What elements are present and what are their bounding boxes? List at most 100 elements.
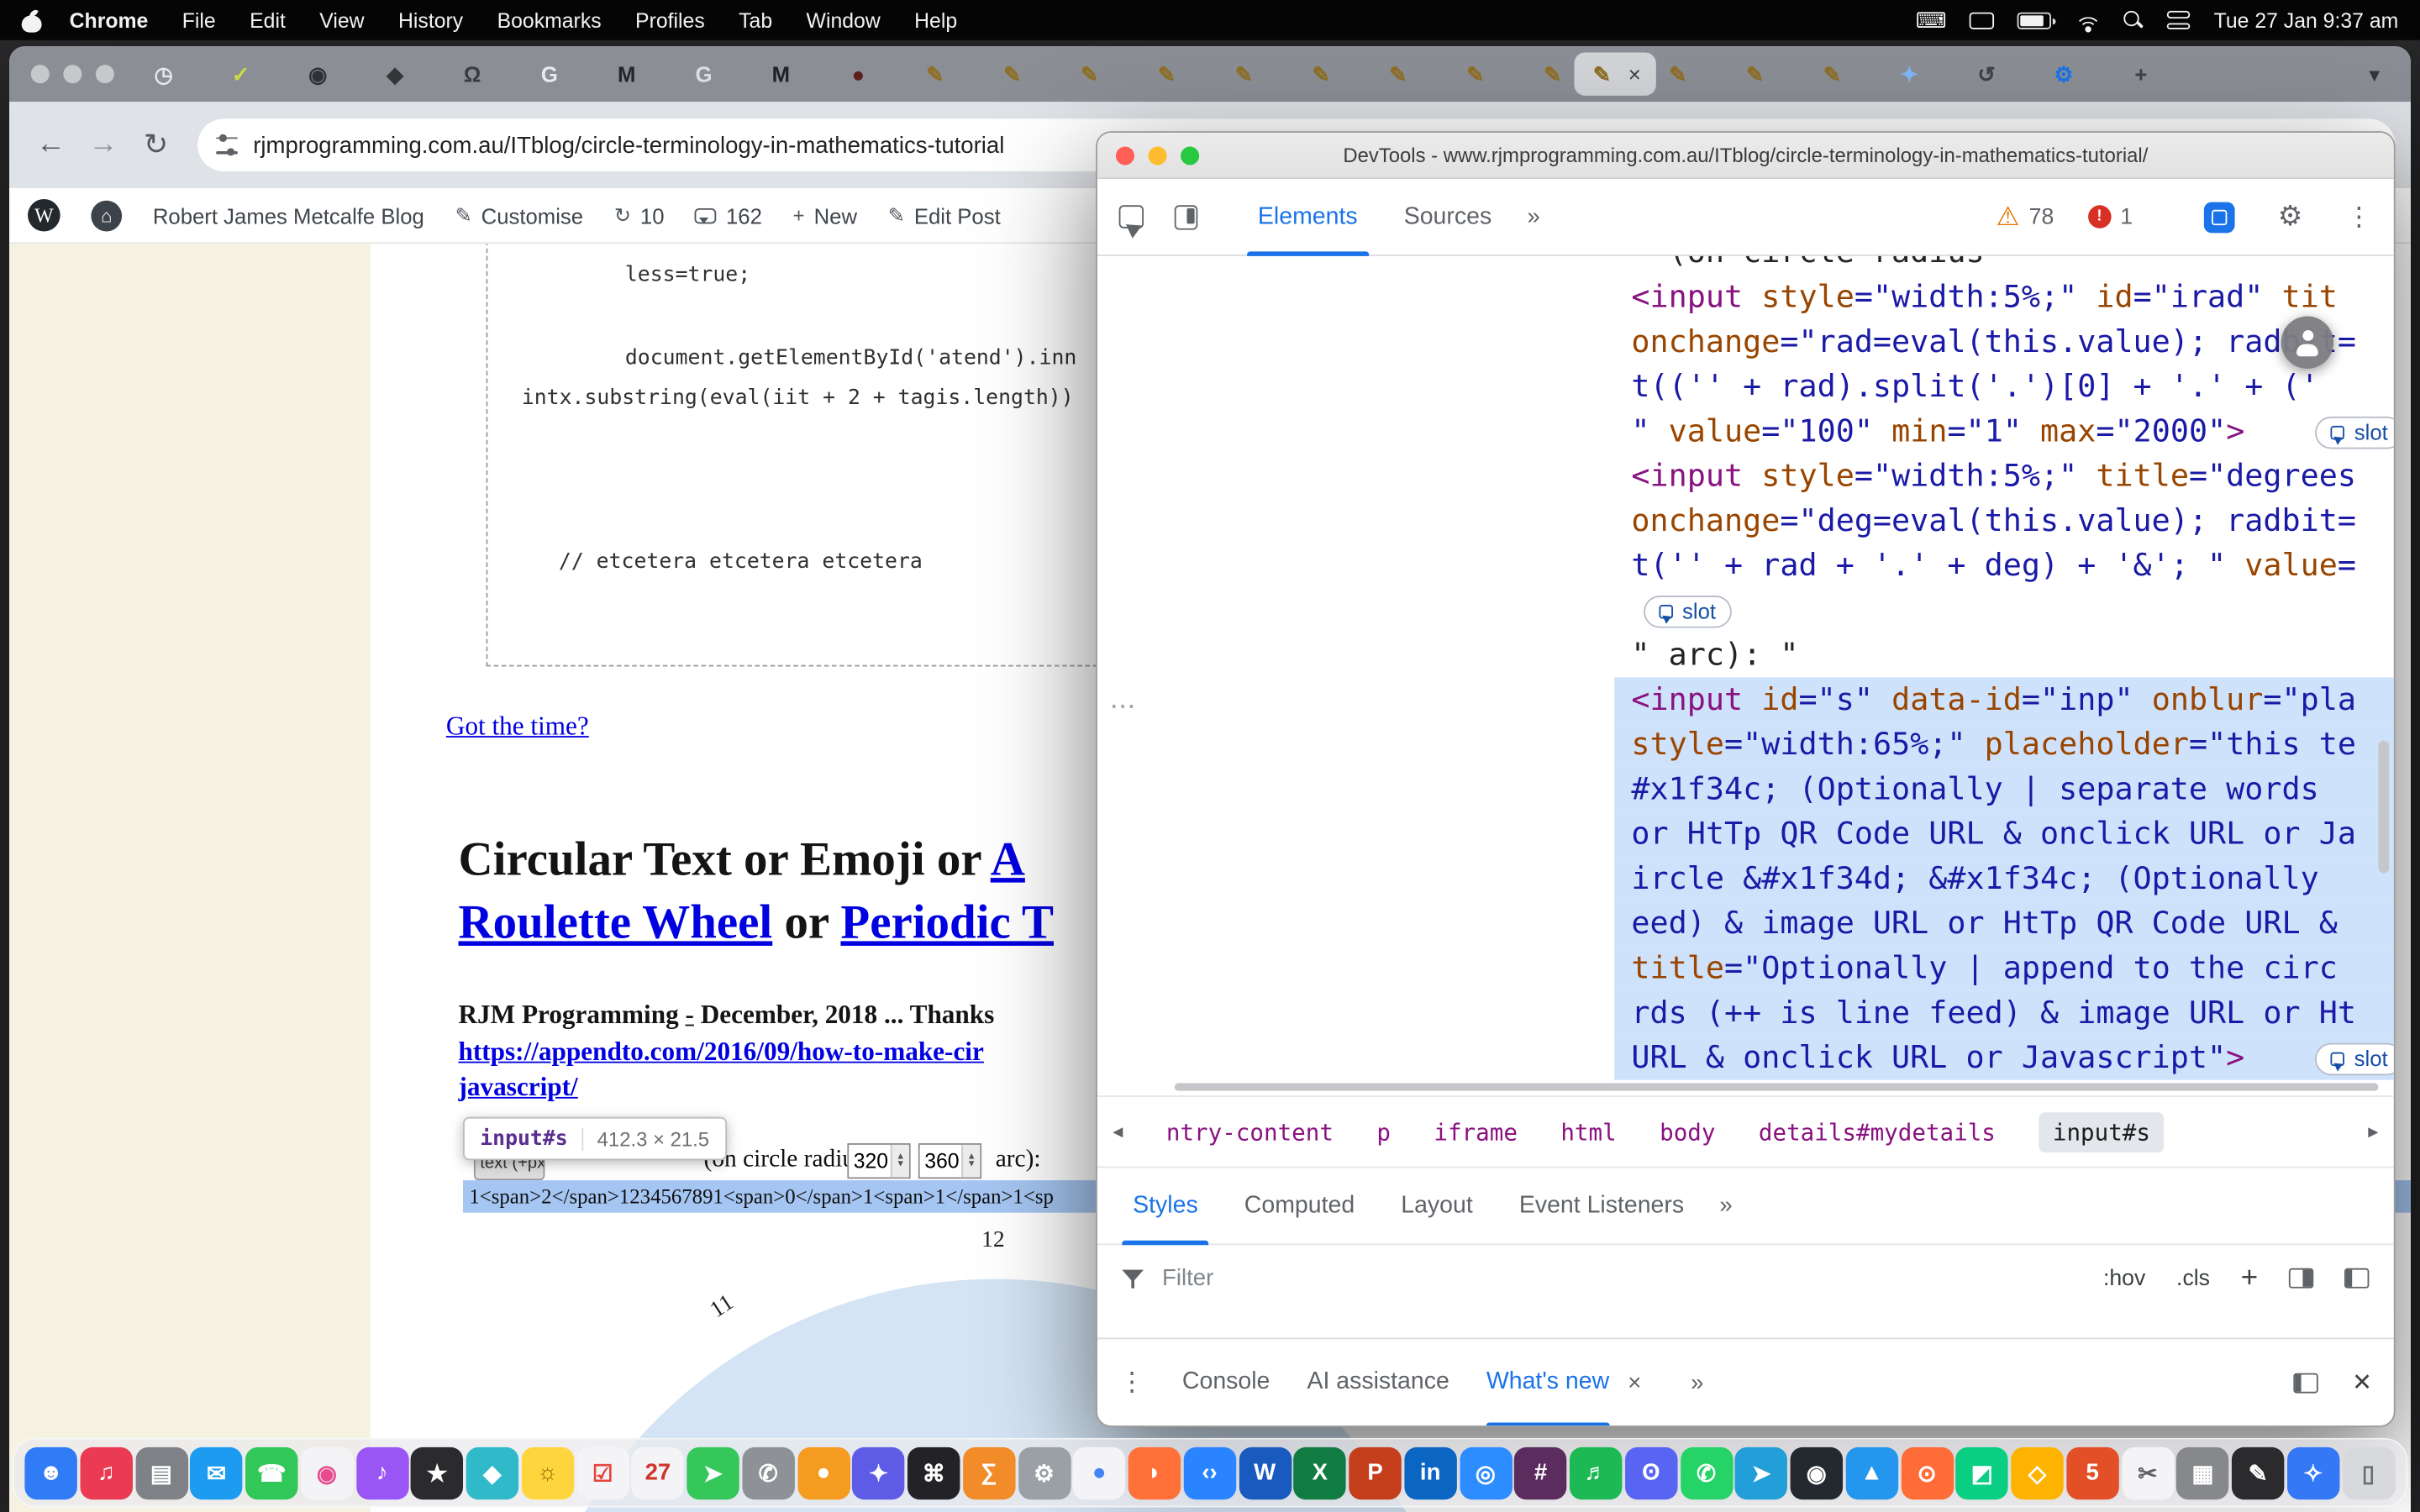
site-info-icon[interactable] [216,137,238,154]
horizontal-scrollbar[interactable] [1175,1083,2379,1090]
browser-tab[interactable]: ◉ [306,61,330,86]
tab-elements[interactable]: Elements [1234,178,1381,255]
dock-icon[interactable]: ▲ [1845,1446,1897,1499]
active-tab[interactable]: ✎ × [1574,52,1656,95]
close-drawer-tab-icon[interactable]: × [1628,1369,1641,1395]
browser-tab[interactable]: ✎ [1743,61,1767,86]
dock-icon[interactable]: ▤ [135,1446,187,1499]
menu-item[interactable]: Help [914,8,957,32]
stepper-icon[interactable]: ▲▼ [961,1145,980,1178]
gutter-more-icon[interactable]: ⋯ [1110,684,1138,728]
menu-item[interactable]: File [182,8,216,32]
external-link[interactable]: javascript/ [459,1073,578,1104]
breadcrumb-item[interactable]: html [1560,1118,1616,1146]
browser-tab[interactable]: ✦ [1897,61,1922,86]
dock-icon[interactable]: ✆ [742,1446,794,1499]
browser-tab[interactable]: ✓ [229,61,253,86]
browser-tab[interactable]: ↺ [1975,61,1999,86]
dock-icon[interactable]: ● [1073,1446,1125,1499]
breadcrumb-item[interactable]: ntry-content [1166,1118,1334,1146]
warning-count[interactable]: 78 [2029,204,2054,228]
dock-icon[interactable]: X [1294,1446,1346,1499]
breadcrumb-item[interactable]: details#mydetails [1759,1118,1996,1146]
browser-tab[interactable]: + [2128,61,2153,86]
wordpress-logo-icon[interactable]: W [28,199,60,232]
browser-tab[interactable]: ● [846,61,871,86]
menu-item[interactable]: Bookmarks [497,8,602,32]
sidebar-toggle-icon[interactable] [2344,1268,2369,1289]
zoom-window-button[interactable] [96,65,114,83]
breadcrumb-right-arrow-icon[interactable]: ▶ [2368,1121,2378,1142]
new-style-rule-button[interactable]: + [2241,1262,2258,1295]
menu-item[interactable]: Edit [250,8,286,32]
accessibility-indicator[interactable] [2281,317,2333,369]
close-window-button[interactable] [31,65,50,83]
browser-tab[interactable]: ◷ [151,61,176,86]
browser-tab[interactable]: G [537,61,561,86]
tab-event-listeners[interactable]: Event Listeners [1496,1167,1707,1244]
dock-icon[interactable]: ◗ [1128,1446,1181,1499]
dock-icon[interactable]: ⚙ [1018,1446,1070,1499]
warning-icon[interactable]: ⚠ [1996,203,2020,229]
dock-icon[interactable]: ◎ [1460,1446,1512,1499]
menu-item[interactable]: History [398,8,463,32]
url-text[interactable]: rjmprogramming.com.au/ITblog/circle-term… [253,132,1004,158]
back-button[interactable]: ← [24,118,76,171]
dock-icon[interactable]: ▦ [2176,1446,2228,1499]
kebab-menu-icon[interactable]: ⋮ [2346,202,2372,233]
degrees-input[interactable] [920,1149,960,1173]
cls-toggle[interactable]: .cls [2176,1266,2210,1290]
device-toolbar-icon[interactable] [1175,204,1198,228]
dock-icon[interactable]: ♪ [355,1446,408,1499]
radius-input[interactable] [849,1149,889,1173]
dock-icon[interactable]: ▯ [2342,1446,2394,1499]
tab-close-icon[interactable]: × [1628,63,1641,85]
dock-icon[interactable]: ◉ [301,1446,353,1499]
browser-tab[interactable]: ✎ [1665,61,1690,86]
drawer-kebab-icon[interactable]: ⋮ [1119,1367,1145,1398]
dock-icon[interactable]: ☻ [24,1446,76,1499]
browser-tab[interactable]: M [769,61,793,86]
dock-icon[interactable]: ◩ [1956,1446,2008,1499]
browser-tab[interactable]: ✎ [1077,61,1102,86]
dock-icon[interactable]: # [1514,1446,1566,1499]
input-source-icon[interactable]: ⌨ [1916,9,1947,31]
display-icon[interactable] [1970,12,1994,29]
dock-icon[interactable]: ✦ [852,1446,904,1499]
control-center-icon[interactable] [2168,11,2191,29]
slot-badge[interactable]: slot [1644,596,1731,628]
dock-icon[interactable]: ★ [411,1446,463,1499]
dock-icon[interactable]: ‹› [1183,1446,1235,1499]
slot-badge[interactable]: slot [2316,417,2394,449]
menu-item[interactable]: Tab [739,8,772,32]
site-name-link[interactable]: Robert James Metcalfe Blog [153,203,424,228]
vertical-scrollbar[interactable] [2378,741,2389,874]
dock-side-icon[interactable] [2293,1373,2317,1393]
devtools-promo-icon[interactable] [2204,202,2235,233]
filter-input[interactable]: Filter [1162,1265,1213,1291]
customise-link[interactable]: ✎ Customise [455,203,584,228]
browser-tab[interactable]: ◆ [383,61,408,86]
browser-tab[interactable]: M [614,61,639,86]
dock-icon[interactable]: ◇ [2011,1446,2063,1499]
browser-tab[interactable]: ✎ [1386,61,1410,86]
forward-button[interactable]: → [77,118,129,171]
browser-tab[interactable]: ✎ [923,61,947,86]
error-icon[interactable]: ! [2088,205,2112,228]
tab-layout[interactable]: Layout [1378,1167,1497,1244]
slot-badge[interactable]: slot [2316,1043,2394,1076]
dock-icon[interactable]: ✧ [2287,1446,2339,1499]
dock-icon[interactable]: in [1404,1446,1456,1499]
elements-tree-lines[interactable]: " (on circle radius "<input style="width… [1097,256,2394,1080]
breadcrumb-item[interactable]: iframe [1434,1118,1518,1146]
wifi-icon[interactable] [2075,10,2101,30]
browser-tab[interactable]: G [692,61,716,86]
apple-menu-icon[interactable] [22,8,42,32]
tab-computed[interactable]: Computed [1221,1167,1377,1244]
drawer-tab-ai-assistance[interactable]: AI assistance [1307,1338,1449,1426]
tab-overflow-chevron-icon[interactable]: ▾ [2369,61,2389,87]
dock-icon[interactable]: ⌘ [908,1446,960,1499]
dock-icon[interactable]: P [1349,1446,1401,1499]
minimize-window-button[interactable] [63,65,82,83]
hov-toggle[interactable]: :hov [2103,1266,2145,1290]
